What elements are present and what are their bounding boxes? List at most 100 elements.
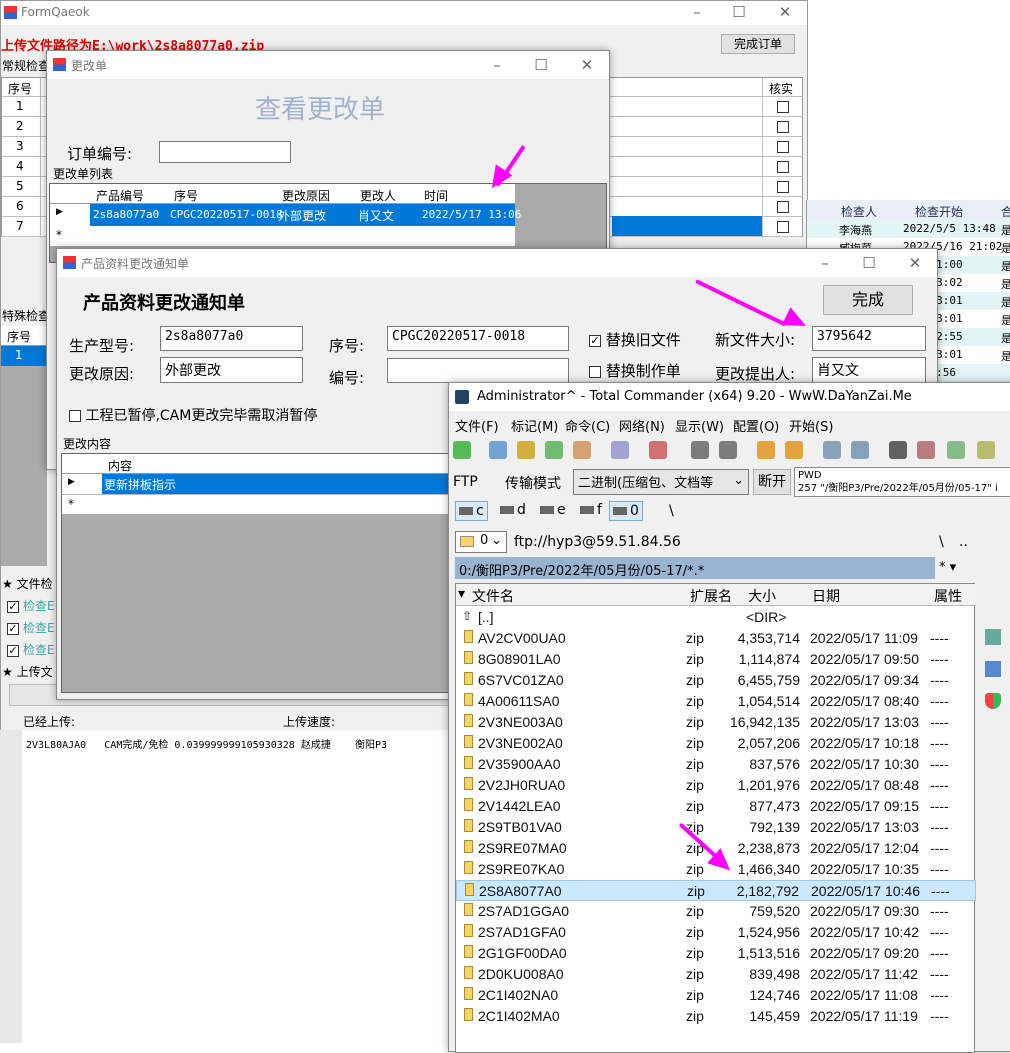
- verify-checkbox[interactable]: [777, 221, 789, 233]
- ok-cell: 是: [1001, 314, 1010, 327]
- col-ext[interactable]: 扩展名: [690, 586, 732, 606]
- verify-checkbox[interactable]: [777, 161, 789, 173]
- order-input[interactable]: [159, 141, 291, 163]
- verify-checkbox[interactable]: [777, 101, 789, 113]
- document-icon[interactable]: [985, 661, 1001, 677]
- drive-button[interactable]: c: [455, 501, 488, 521]
- drive-button[interactable]: d: [497, 501, 529, 521]
- close-button[interactable]: ✕: [765, 1, 805, 23]
- file-row[interactable]: 2V3NE003A0 zip 16,942,135 2022/05/17 13:03-…: [456, 712, 976, 733]
- rename-icon[interactable]: [917, 441, 935, 459]
- compare-icon[interactable]: [611, 441, 629, 459]
- menu-item[interactable]: 开始(S): [789, 416, 833, 435]
- parent-dir-row[interactable]: ⇧ [..] <DIR>: [456, 607, 976, 628]
- file-row[interactable]: 2S8A8077A0 zip 2,182,792 2022/05/17 10:46 --…: [456, 880, 976, 901]
- file-row[interactable]: 2D0KU008A0 zip 839,498 2022/05/17 11:42 ----: [456, 964, 976, 985]
- close-button[interactable]: ✕: [567, 54, 607, 76]
- special-row[interactable]: 1: [1, 346, 47, 366]
- maximize-button[interactable]: ☐: [521, 54, 561, 76]
- tree-icon[interactable]: [517, 441, 535, 459]
- sync-icon[interactable]: [947, 441, 965, 459]
- thumbnail-icon[interactable]: [545, 441, 563, 459]
- minimize-button[interactable]: –: [477, 54, 517, 76]
- network-icon[interactable]: [985, 629, 1001, 645]
- menu-item[interactable]: 标记(M): [511, 416, 558, 435]
- file-row[interactable]: 2V2JH0RUA0 zip 1,201,976 2022/05/17 08:48 --…: [456, 775, 976, 796]
- verify-checkbox[interactable]: [777, 121, 789, 133]
- complete-order-button[interactable]: 完成订单: [721, 34, 795, 54]
- pwd-box: PWD 257 "/衡阳P3/Pre/2022年/05月份/05-17" i: [794, 467, 1010, 497]
- file-row[interactable]: 2S7AD1GGA0 zip 759,520 2022/05/17 09:30 ----: [456, 901, 976, 922]
- new-icon[interactable]: [649, 441, 667, 459]
- file-row[interactable]: 6S7VC01ZA0 zip 6,455,759 2022/05/17 09:34 --…: [456, 670, 976, 691]
- reason-input[interactable]: 外部更改: [160, 357, 303, 383]
- verify-checkbox[interactable]: [777, 201, 789, 213]
- close-button[interactable]: ✕: [895, 252, 935, 274]
- file-row[interactable]: 2G1GF00DA0 zip 1,513,516 2022/05/17 09:20 --…: [456, 943, 976, 964]
- nav-root[interactable]: \: [939, 534, 944, 550]
- paused-checkbox[interactable]: 工程已暂停,CAM更改完毕需取消暂停: [69, 405, 317, 425]
- file-row[interactable]: 2V3NE002A0 zip 2,057,206 2022/05/17 10:18 --…: [456, 733, 976, 754]
- check-item[interactable]: ✓ 检查E: [7, 597, 55, 614]
- drive-button[interactable]: 0: [609, 501, 643, 521]
- drive-button[interactable]: e: [537, 501, 569, 521]
- file-row[interactable]: AV2CV00UA0 zip 4,353,714 2022/05/17 11:09 --…: [456, 628, 976, 649]
- verify-checkbox[interactable]: [777, 181, 789, 193]
- drive-combo[interactable]: 0 ⌄: [455, 531, 507, 553]
- view-icon[interactable]: [489, 441, 507, 459]
- maximize-button[interactable]: ☐: [849, 252, 889, 274]
- transfer-mode-select[interactable]: 二进制(压缩包、文档等 ⌄: [573, 469, 749, 495]
- drive-icon: [540, 506, 554, 514]
- shield-icon[interactable]: [985, 693, 1001, 709]
- done-button[interactable]: 完成: [823, 285, 913, 315]
- nav-up[interactable]: ..: [959, 534, 968, 550]
- special-check-grid: 序号 1: [1, 326, 47, 566]
- menu-item[interactable]: 命令(C): [565, 416, 610, 435]
- file-row[interactable]: 2S7AD1GFA0 zip 1,524,956 2022/05/17 10:42 --…: [456, 922, 976, 943]
- menu-item[interactable]: 文件(F): [455, 416, 499, 435]
- content-row[interactable]: 更新拼板指示: [102, 474, 462, 494]
- replace-old-checkbox[interactable]: ✓ 替换旧文件: [589, 329, 681, 350]
- root-button[interactable]: \: [669, 503, 674, 519]
- col-date[interactable]: 日期: [812, 586, 840, 606]
- file-row[interactable]: 2S9TB01VA0 zip 792,139 2022/05/17 13:03 ----: [456, 817, 976, 838]
- col-attr[interactable]: 属性: [934, 586, 962, 606]
- file-row[interactable]: 2C1I402NA0 zip 124,746 2022/05/17 11:08 ----: [456, 985, 976, 1006]
- col-size[interactable]: 大小: [748, 586, 776, 606]
- file-row[interactable]: 2V35900AA0 zip 837,576 2022/05/17 10:30 ----: [456, 754, 976, 775]
- verify-checkbox[interactable]: [777, 141, 789, 153]
- zip-pack-icon[interactable]: [757, 441, 775, 459]
- proposer-input[interactable]: 肖又文: [812, 357, 926, 383]
- minimize-button[interactable]: –: [805, 252, 845, 274]
- file-row[interactable]: 4A00611SA0 zip 1,054,514 2022/05/17 08:40 --…: [456, 691, 976, 712]
- find-icon[interactable]: [889, 441, 907, 459]
- drive-button[interactable]: f: [577, 501, 605, 521]
- zip-unpack-icon[interactable]: [785, 441, 803, 459]
- refresh-icon[interactable]: [453, 441, 471, 459]
- path-filter[interactable]: * ▾: [939, 560, 956, 575]
- file-row[interactable]: 2V1442LEA0 zip 877,473 2022/05/17 09:15 ----: [456, 796, 976, 817]
- col-name[interactable]: 文件名: [472, 586, 514, 606]
- seq-input[interactable]: CPGC20220517-0018: [387, 326, 569, 351]
- menu-item[interactable]: 显示(W): [675, 416, 724, 435]
- model-input[interactable]: 2s8a8077a0: [160, 326, 303, 351]
- ftp-icon[interactable]: [823, 441, 841, 459]
- change-row[interactable]: 2s8a8077a0 CPGC20220517-0018 外部更改 肖又文 20…: [90, 204, 521, 226]
- check-item[interactable]: ✓ 检查E: [7, 619, 55, 636]
- num-input[interactable]: [387, 358, 569, 383]
- pack-icon[interactable]: [573, 441, 591, 459]
- copy-icon[interactable]: [977, 441, 995, 459]
- back-icon[interactable]: [691, 441, 709, 459]
- file-row[interactable]: 8G08901LA0 zip 1,114,874 2022/05/17 09:50 --…: [456, 649, 976, 670]
- replace-make-checkbox[interactable]: 替换制作单: [589, 360, 681, 381]
- url-icon[interactable]: [851, 441, 869, 459]
- menu-item[interactable]: 网络(N): [619, 416, 665, 435]
- minimize-button[interactable]: –: [677, 1, 717, 23]
- check-item[interactable]: ✓ 检查E: [7, 641, 55, 658]
- menu-item[interactable]: 配置(O): [733, 416, 779, 435]
- disconnect-button[interactable]: 断开: [753, 469, 791, 495]
- file-row[interactable]: 2C1I402MA0 zip 145,459 2022/05/17 11:19 ----: [456, 1006, 976, 1027]
- new-size-input[interactable]: 3795642: [812, 326, 926, 351]
- forward-icon[interactable]: [719, 441, 737, 459]
- maximize-button[interactable]: ☐: [719, 1, 759, 23]
